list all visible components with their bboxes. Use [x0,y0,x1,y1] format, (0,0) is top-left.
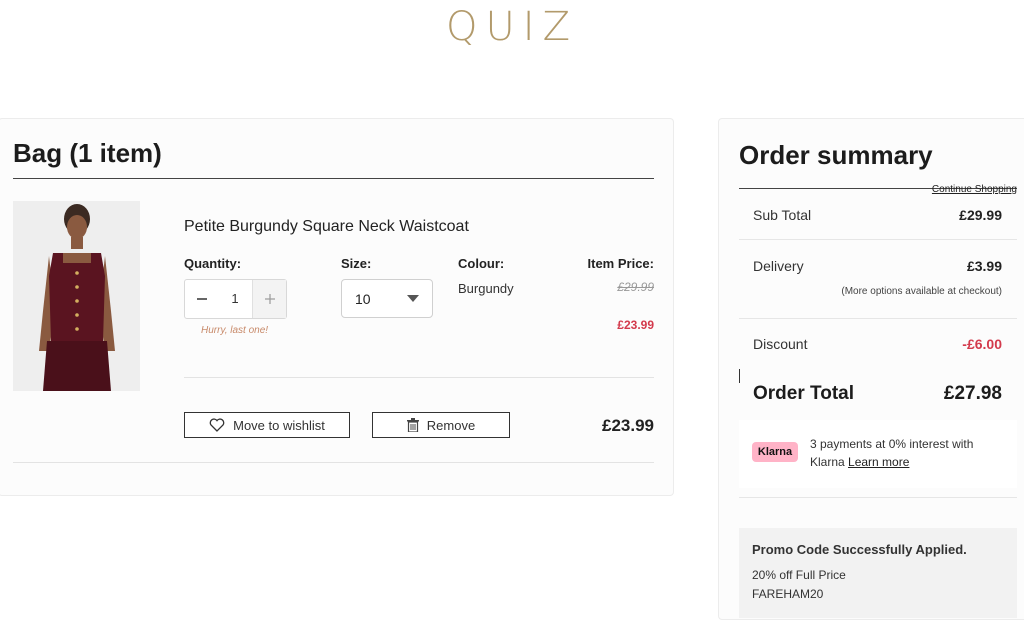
original-price: £29.99 [617,280,654,294]
move-to-wishlist-button[interactable]: Move to wishlist [184,412,350,438]
bag-title: Bag (1 item) [13,138,162,168]
promo-code-value: FAREHAM20 [752,587,824,601]
delivery-label: Delivery [753,258,804,274]
size-value: 10 [355,291,371,307]
plus-icon [264,294,275,304]
klarna-logo: Klarna [752,442,798,462]
chevron-down-icon [407,295,419,302]
colour-label: Colour: [458,256,505,271]
summary-row-divider [739,239,1017,240]
summary-row-divider [739,497,1017,498]
continue-shopping-link[interactable]: Continue Shopping [932,184,1017,195]
delivery-value: £3.99 [966,258,1002,274]
quantity-stepper: 1 [184,279,287,319]
discount-label: Discount [753,336,808,352]
promo-success-message: Promo Code Successfully Applied. [752,542,967,557]
quantity-label: Quantity: [184,256,242,271]
decrease-quantity-button[interactable] [185,280,218,318]
item-divider [184,377,654,378]
sale-price: £23.99 [617,318,654,332]
product-image[interactable] [13,201,140,391]
text-cursor [739,369,740,383]
colour-value: Burgundy [458,281,514,296]
remove-item-button[interactable]: Remove [372,412,510,438]
quantity-value[interactable]: 1 [218,280,252,318]
klarna-message: 3 payments at 0% interest with Klarna Le… [810,435,1000,471]
heart-icon [209,418,225,432]
move-to-wishlist-label: Move to wishlist [233,417,325,433]
subtotal-label: Sub Total [753,207,812,223]
trash-icon [406,418,419,432]
summary-row-divider [739,318,1017,319]
subtotal-value: £29.99 [959,207,1002,223]
bag-title-divider [13,178,654,179]
line-total: £23.99 [602,416,654,435]
remove-label: Remove [426,417,476,433]
promo-description: 20% off Full Price [752,568,846,582]
quiz-logo[interactable]: QUIZ [0,4,1024,50]
order-total-value: £27.98 [943,383,1002,404]
klarna-learn-more-link[interactable]: Learn more [848,455,909,469]
delivery-options-note: (More options available at checkout) [841,286,1002,297]
stock-warning: Hurry, last one! [201,325,269,336]
item-price-label: Item Price: [587,256,654,271]
discount-value: -£6.00 [962,336,1002,352]
product-name-link[interactable]: Petite Burgundy Square Neck Waistcoat [184,218,469,236]
bag-bottom-divider [13,462,654,463]
order-total-label: Order Total [753,383,854,404]
order-summary-title: Order summary [739,140,933,170]
size-select[interactable]: 10 [341,279,433,318]
increase-quantity-button[interactable] [252,280,286,318]
product-photo-illustration [13,201,140,391]
size-label: Size: [341,256,372,271]
minus-icon [196,298,207,300]
